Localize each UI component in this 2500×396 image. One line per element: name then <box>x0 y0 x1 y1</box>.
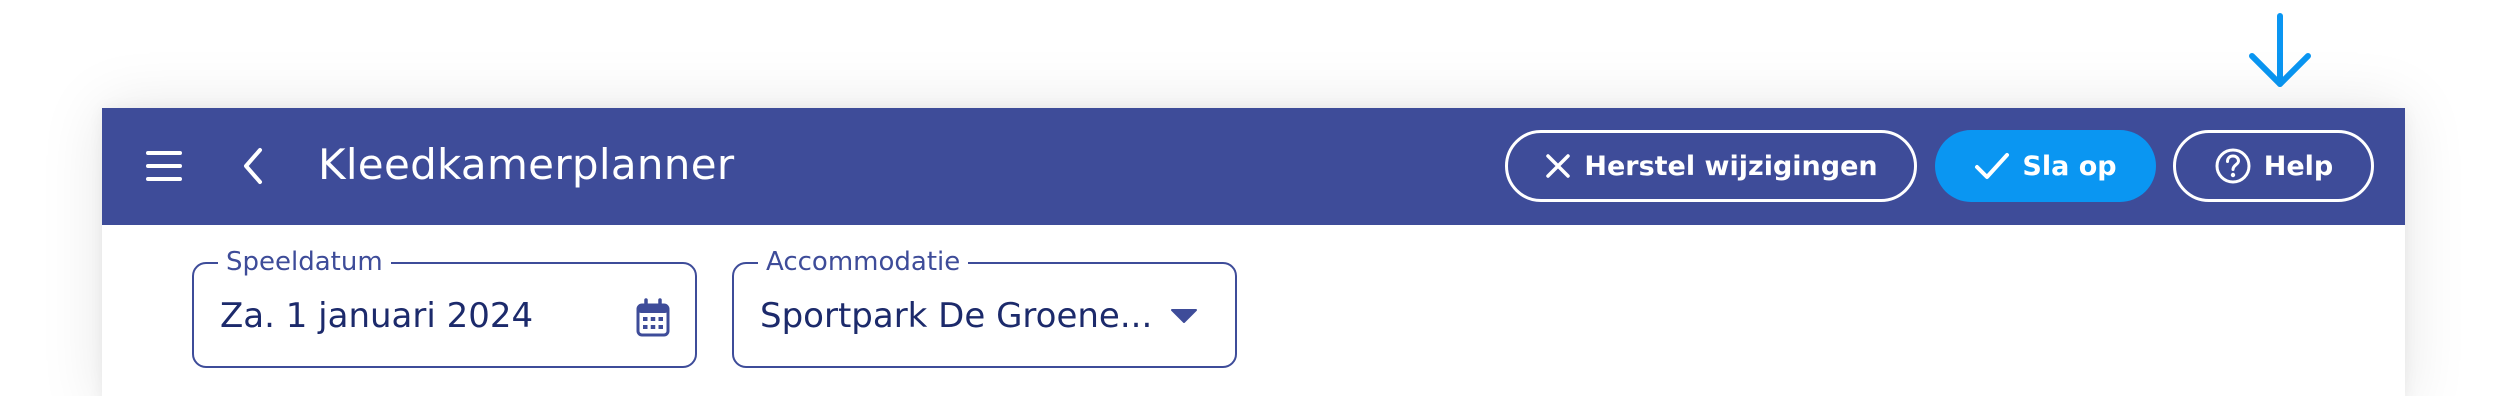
save-label: Sla op <box>2022 150 2117 182</box>
play-date-field[interactable]: Speeldatum Za. 1 januari 2024 <box>192 246 697 368</box>
save-button[interactable]: Sla op <box>1935 130 2156 202</box>
accommodation-select[interactable]: Accommodatie Sportpark De Groene... <box>732 246 1237 368</box>
calendar-icon[interactable] <box>635 298 671 338</box>
dropdown-arrow-icon[interactable] <box>1169 306 1199 326</box>
reset-changes-button[interactable]: Herstel wijzigingen <box>1505 130 1917 202</box>
page-title: Kleedkamerplanner <box>318 140 735 189</box>
chevron-left-icon[interactable] <box>236 144 272 188</box>
arrow-down-icon <box>2249 13 2311 87</box>
close-icon <box>1546 154 1571 178</box>
accommodation-label: Accommodatie <box>758 246 969 278</box>
play-date-value: Za. 1 januari 2024 <box>220 296 534 336</box>
app-bar: Kleedkamerplanner Herstel wijzigingen Sl… <box>102 108 2405 225</box>
help-button[interactable]: Help <box>2173 130 2374 202</box>
play-date-label: Speeldatum <box>218 246 391 278</box>
accommodation-value: Sportpark De Groene... <box>760 296 1153 336</box>
question-circle-icon <box>2215 148 2251 184</box>
help-label: Help <box>2263 150 2334 182</box>
page: Kleedkamerplanner Herstel wijzigingen Sl… <box>0 0 2500 396</box>
reset-changes-label: Herstel wijzigingen <box>1584 150 1878 182</box>
checkmark-icon <box>1975 153 2010 179</box>
hamburger-menu-icon[interactable] <box>144 146 184 186</box>
app-window: Kleedkamerplanner Herstel wijzigingen Sl… <box>102 108 2405 396</box>
